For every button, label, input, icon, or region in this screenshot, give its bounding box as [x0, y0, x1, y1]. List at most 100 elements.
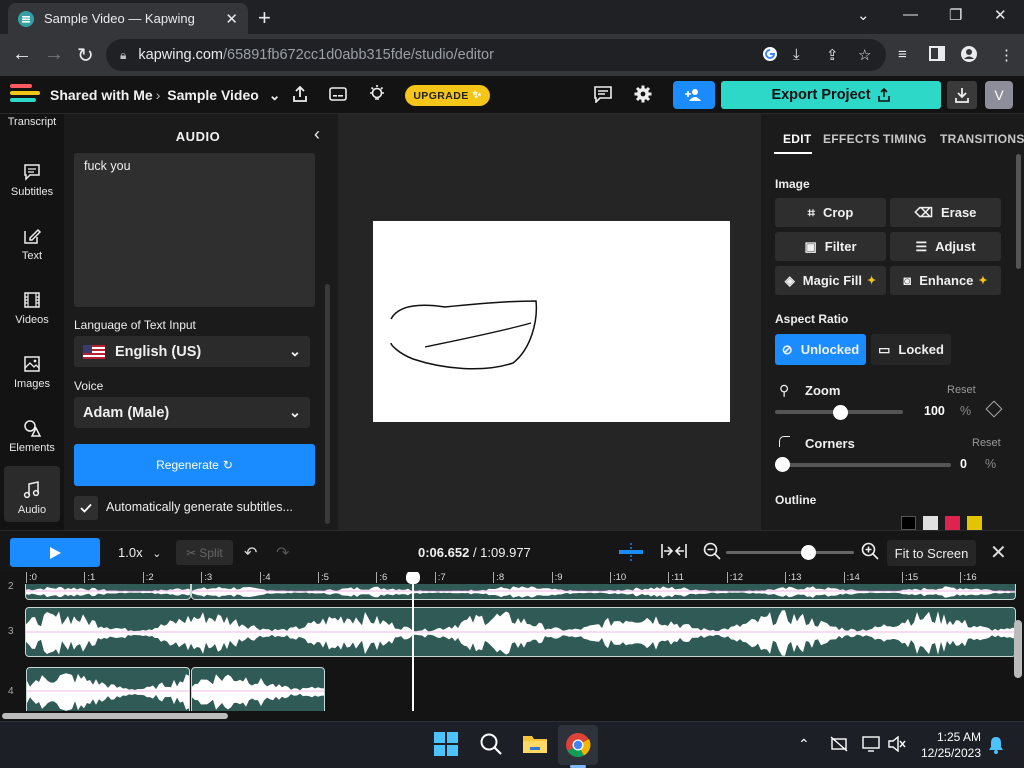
track-4-clip-a[interactable] — [26, 667, 190, 711]
profile-icon[interactable] — [961, 46, 977, 62]
upload-icon[interactable] — [291, 85, 309, 103]
sidebar-item-videos[interactable]: Videos — [0, 290, 64, 326]
share-icon[interactable]: ⇪ — [826, 46, 839, 64]
media-control-icon[interactable]: ≡ — [898, 46, 907, 63]
kapwing-logo[interactable] — [10, 84, 40, 106]
track-4-clip-b[interactable] — [191, 667, 325, 711]
windows-start-icon[interactable] — [434, 732, 460, 758]
lightbulb-icon[interactable] — [368, 84, 386, 104]
comments-icon[interactable] — [594, 86, 612, 103]
tray-volume-muted-icon[interactable] — [888, 736, 906, 752]
timeline-horizontal-scrollbar[interactable] — [0, 711, 1024, 721]
back-icon[interactable]: ← — [12, 43, 32, 66]
minimize-icon[interactable]: — — [903, 6, 918, 23]
tab-transitions[interactable]: TRANSITIONS — [940, 132, 1024, 146]
enhance-button[interactable]: ◙ Enhance ✦ — [890, 266, 1001, 295]
scroll-thumb[interactable] — [2, 713, 228, 719]
forward-icon[interactable]: → — [44, 43, 64, 66]
collapse-panel-icon[interactable]: ‹ — [314, 124, 320, 145]
erase-button[interactable]: ⌫ Erase — [890, 198, 1001, 227]
tray-network-off-icon[interactable] — [830, 736, 848, 752]
filter-button[interactable]: ▣ Filter — [775, 232, 886, 261]
sidebar-item-audio[interactable]: Audio — [4, 466, 60, 522]
redo-icon[interactable]: ↷ — [276, 543, 289, 563]
timeline-zoom-track[interactable] — [726, 551, 854, 554]
regenerate-button[interactable]: Regenerate ↻ — [74, 444, 315, 486]
playhead-handle[interactable] — [406, 572, 420, 584]
window-close-icon[interactable]: ✕ — [994, 6, 1007, 24]
corners-reset-link[interactable]: Reset — [972, 437, 1001, 449]
chrome-taskbar-icon[interactable] — [565, 732, 591, 758]
taskbar-search-icon[interactable] — [479, 732, 505, 758]
timeline-vertical-scrollbar[interactable] — [1014, 620, 1022, 678]
aspect-unlocked-button[interactable]: ⊘ Unlocked — [775, 334, 866, 365]
restore-icon[interactable]: ❐ — [949, 6, 962, 24]
tray-display-icon[interactable] — [862, 736, 880, 752]
sidebar-item-images[interactable]: Images — [0, 354, 64, 390]
browser-tab[interactable]: Sample Video — Kapwing ✕ — [8, 3, 248, 34]
timeline-zoom-knob[interactable] — [801, 545, 816, 560]
chevron-down-icon[interactable]: ⌄ — [269, 87, 281, 103]
canvas-image-layer[interactable] — [373, 221, 730, 422]
user-avatar[interactable]: V — [985, 81, 1013, 109]
bookmark-star-icon[interactable]: ☆ — [858, 46, 871, 64]
tab-close-icon[interactable]: ✕ — [225, 10, 238, 28]
magic-fill-button[interactable]: ◈ Magic Fill ✦ — [775, 266, 886, 295]
adjust-button[interactable]: ☰ Adjust — [890, 232, 1001, 261]
track-2-clip-a[interactable] — [25, 584, 191, 600]
fit-width-icon[interactable] — [661, 543, 687, 559]
breadcrumb-shared[interactable]: Shared with Me — [50, 87, 153, 103]
captions-icon[interactable] — [329, 86, 347, 102]
google-lens-icon[interactable] — [762, 46, 778, 62]
notification-bell-icon[interactable] — [988, 736, 1004, 754]
project-title[interactable]: Sample Video — [167, 87, 259, 103]
tab-search-icon[interactable]: ⌄ — [857, 6, 870, 24]
track-2-clip-b[interactable] — [191, 584, 1016, 600]
upgrade-button[interactable]: UPGRADE ✨︎ — [405, 85, 490, 106]
system-clock[interactable]: 1:25 AM 12/25/2023 — [917, 729, 981, 761]
play-button[interactable] — [10, 538, 100, 567]
tts-text-input[interactable]: fuck you — [74, 153, 315, 307]
tray-overflow-icon[interactable]: ⌃ — [798, 736, 810, 753]
settings-gear-icon[interactable] — [634, 85, 652, 103]
corners-slider-track[interactable] — [775, 463, 951, 467]
reload-icon[interactable]: ↻ — [77, 43, 94, 68]
new-tab-icon[interactable]: + — [258, 5, 271, 31]
close-timeline-icon[interactable]: ✕ — [990, 540, 1007, 565]
tab-edit[interactable]: EDIT — [783, 132, 812, 146]
playhead-line[interactable] — [412, 572, 414, 711]
split-button[interactable]: ✂ Split — [176, 540, 233, 565]
language-select[interactable]: English (US) ⌄ — [74, 336, 310, 367]
sidebar-item-text[interactable]: Text — [0, 226, 64, 262]
right-panel-scrollbar[interactable] — [1016, 154, 1021, 269]
sidebar-item-elements[interactable]: Elements — [0, 418, 64, 454]
outline-color-red[interactable] — [945, 516, 960, 530]
tab-timing[interactable]: TIMING — [883, 132, 927, 146]
tab-effects[interactable]: EFFECTS — [823, 132, 880, 146]
download-button[interactable] — [947, 81, 977, 109]
side-panel-icon[interactable] — [929, 46, 945, 61]
corners-value[interactable]: 0 — [960, 457, 967, 471]
zoom-slider-knob[interactable] — [833, 405, 848, 420]
auto-subtitles-checkbox[interactable] — [74, 496, 98, 520]
outline-color-yellow[interactable] — [967, 516, 982, 530]
snap-icon[interactable] — [618, 543, 644, 561]
playback-speed-select[interactable]: 1.0x ⌄ — [118, 545, 161, 560]
install-app-icon[interactable]: ⤓ — [793, 46, 800, 63]
keyframe-diamond-icon[interactable] — [985, 400, 1003, 418]
aspect-locked-button[interactable]: ▭ Locked — [871, 334, 951, 365]
file-explorer-icon[interactable] — [522, 732, 548, 758]
crop-button[interactable]: ⌗ Crop — [775, 198, 886, 227]
sidebar-item-subtitles[interactable]: Subtitles — [0, 162, 64, 198]
outline-color-white[interactable] — [923, 516, 938, 530]
zoom-in-icon[interactable] — [861, 542, 879, 560]
export-project-button[interactable]: Export Project — [721, 81, 941, 109]
panel-scrollbar[interactable] — [325, 284, 330, 524]
undo-icon[interactable]: ↶ — [244, 543, 257, 563]
fit-to-screen-button[interactable]: Fit to Screen — [887, 540, 976, 566]
chrome-menu-icon[interactable]: ⋮ — [999, 46, 1014, 64]
zoom-reset-link[interactable]: Reset — [947, 384, 976, 396]
outline-color-black[interactable] — [901, 516, 916, 530]
sidebar-item-transcript[interactable]: Transcript — [0, 116, 64, 128]
audio-track-clip[interactable] — [25, 607, 1016, 657]
